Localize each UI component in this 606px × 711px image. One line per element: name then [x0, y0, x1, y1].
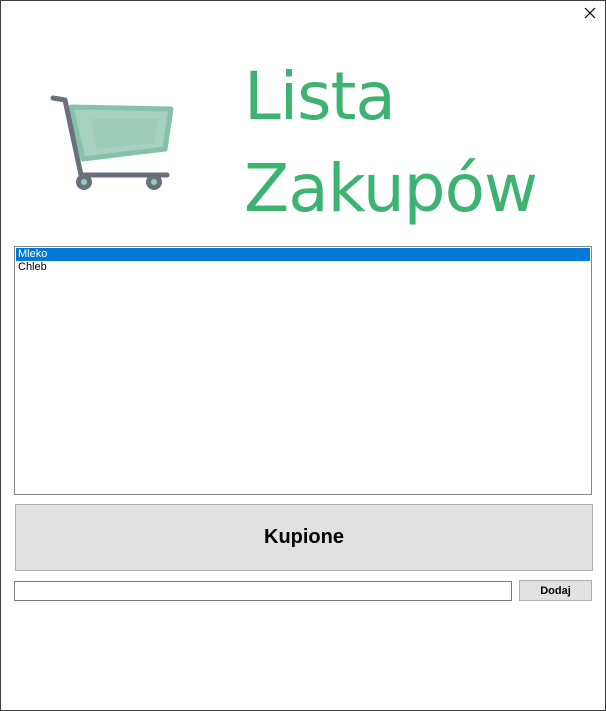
title-line-1: Lista — [244, 58, 396, 135]
close-icon — [584, 6, 596, 24]
app-window: Lista Zakupów Mleko Chleb Kupione Dodaj — [0, 0, 606, 711]
new-item-input[interactable] — [14, 581, 512, 601]
close-button[interactable] — [578, 4, 602, 26]
list-item[interactable]: Mleko — [16, 248, 590, 261]
bought-button[interactable]: Kupione — [15, 504, 593, 571]
shopping-listbox[interactable]: Mleko Chleb — [14, 246, 592, 495]
title-line-2: Zakupów — [244, 150, 538, 227]
list-item[interactable]: Chleb — [16, 261, 590, 274]
shopping-cart-icon — [47, 91, 175, 195]
app-title: Lista Zakupów — [244, 51, 594, 235]
add-button[interactable]: Dodaj — [519, 580, 592, 601]
